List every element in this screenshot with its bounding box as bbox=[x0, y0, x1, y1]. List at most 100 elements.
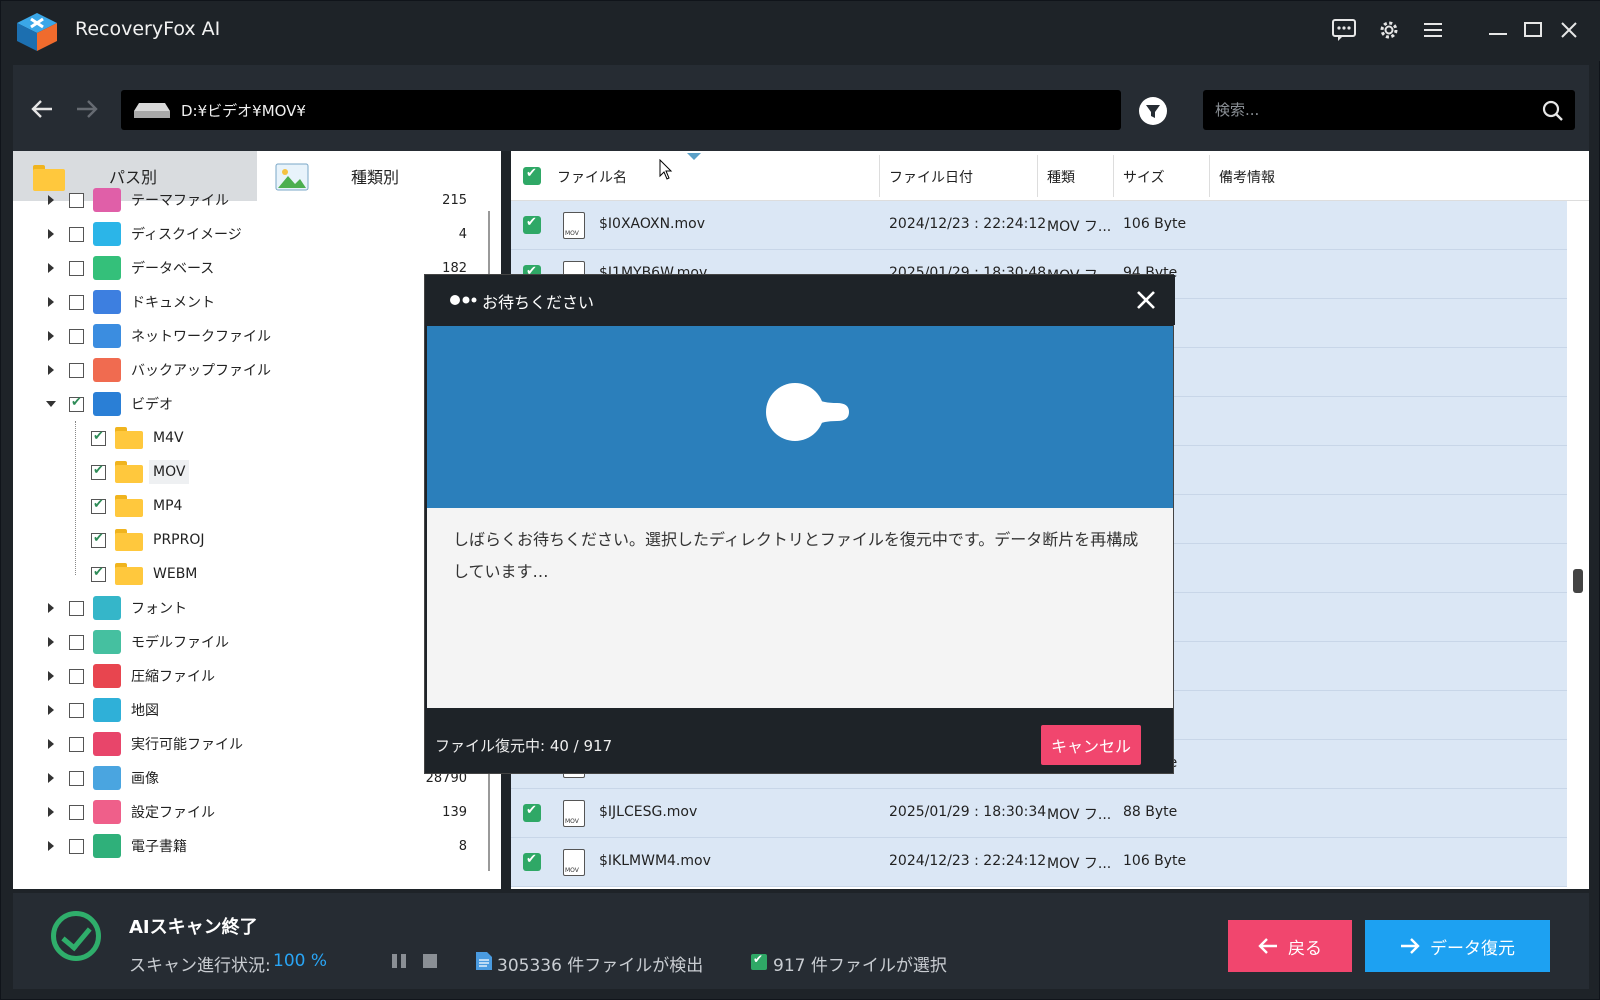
dialog-close-icon[interactable] bbox=[1133, 287, 1159, 313]
tree-checkbox[interactable] bbox=[91, 463, 106, 480]
model-icon bbox=[93, 630, 121, 654]
file-type: MOV フ... bbox=[1047, 856, 1112, 872]
recovery-progress-text: ファイル復元中: 40 / 917 bbox=[435, 737, 613, 755]
tree-checkbox[interactable] bbox=[69, 668, 84, 684]
expand-arrow-icon[interactable] bbox=[45, 670, 57, 682]
expand-arrow-icon[interactable] bbox=[45, 602, 57, 614]
expand-arrow-icon[interactable] bbox=[45, 330, 57, 342]
header-notes[interactable]: 備考情報 bbox=[1219, 167, 1275, 187]
row-checkbox[interactable] bbox=[523, 803, 541, 822]
executable-icon bbox=[93, 732, 121, 756]
tree-item-archive[interactable]: 圧縮ファイル bbox=[13, 659, 493, 693]
tree-checkbox[interactable] bbox=[69, 634, 84, 650]
tree-item-image[interactable]: 画像 28790 bbox=[13, 761, 493, 795]
tree-checkbox[interactable] bbox=[69, 736, 84, 752]
tree-checkbox[interactable] bbox=[69, 192, 84, 208]
tree-item-database[interactable]: データベース 182 bbox=[13, 251, 493, 285]
tree-item-mp4[interactable]: MP4 bbox=[13, 489, 493, 523]
tree-item-executable[interactable]: 実行可能ファイル bbox=[13, 727, 493, 761]
tree-checkbox[interactable] bbox=[69, 395, 84, 412]
backup-icon bbox=[93, 358, 121, 382]
dialog-header: お待ちください bbox=[425, 275, 1175, 325]
filter-icon[interactable] bbox=[1137, 95, 1169, 127]
minimize-icon[interactable] bbox=[1481, 13, 1515, 47]
tree-checkbox[interactable] bbox=[69, 838, 84, 854]
expand-arrow-icon[interactable] bbox=[45, 704, 57, 716]
feedback-icon[interactable] bbox=[1327, 13, 1361, 47]
recover-button[interactable]: データ復元 bbox=[1365, 920, 1550, 972]
app-window: RecoveryFox AI D:¥ビデオ¥MOV¥ 検索... パス別 種類別… bbox=[0, 0, 1600, 1000]
expand-arrow-icon[interactable] bbox=[45, 296, 57, 308]
file-icon bbox=[476, 952, 492, 970]
tree-checkbox[interactable] bbox=[91, 565, 106, 582]
expand-arrow-icon[interactable] bbox=[45, 364, 57, 376]
expand-arrow-icon[interactable] bbox=[45, 840, 57, 852]
select-all-checkbox[interactable]: ✔ bbox=[523, 166, 541, 185]
tree-checkbox[interactable] bbox=[69, 804, 84, 820]
table-row[interactable]: MOV $I0XAOXN.mov 2024/12/23 : 22:24:12MOV … bbox=[511, 201, 1567, 250]
tree-item-backup[interactable]: バックアップファイル bbox=[13, 353, 493, 387]
tree-item-ebook[interactable]: 電子書籍 8 bbox=[13, 829, 493, 863]
tree-item-network[interactable]: ネットワークファイル bbox=[13, 319, 493, 353]
expand-arrow-icon[interactable] bbox=[45, 228, 57, 240]
row-checkbox[interactable] bbox=[523, 852, 541, 871]
folder-icon bbox=[115, 427, 143, 449]
menu-icon[interactable] bbox=[1416, 13, 1450, 47]
path-bar[interactable]: D:¥ビデオ¥MOV¥ bbox=[121, 90, 1121, 130]
pause-icon[interactable] bbox=[391, 954, 407, 968]
forward-arrow-icon[interactable] bbox=[70, 92, 104, 126]
drive-icon bbox=[134, 103, 170, 118]
search-icon[interactable] bbox=[1541, 99, 1565, 123]
close-icon[interactable] bbox=[1552, 13, 1586, 47]
tree-checkbox[interactable] bbox=[91, 497, 106, 514]
mouse-cursor-icon bbox=[659, 159, 673, 180]
gear-icon[interactable] bbox=[1372, 13, 1406, 47]
expand-arrow-icon[interactable] bbox=[45, 194, 57, 206]
back-button[interactable]: 戻る bbox=[1228, 920, 1352, 972]
expand-arrow-icon[interactable] bbox=[45, 806, 57, 818]
tree-item-font[interactable]: フォント bbox=[13, 591, 493, 625]
cancel-button[interactable]: キャンセル bbox=[1041, 725, 1141, 765]
file-list-scrollbar-thumb[interactable] bbox=[1573, 569, 1583, 593]
tree-item-map[interactable]: 地図 bbox=[13, 693, 493, 727]
tree-item-m4v[interactable]: M4V bbox=[13, 421, 493, 455]
tree-item-document[interactable]: ドキュメント bbox=[13, 285, 493, 319]
header-type[interactable]: 種類 bbox=[1047, 167, 1075, 187]
tree-item-webm[interactable]: WEBM bbox=[13, 557, 493, 591]
tree-checkbox[interactable] bbox=[69, 226, 84, 242]
expand-arrow-icon[interactable] bbox=[45, 262, 57, 274]
tree-checkbox[interactable] bbox=[69, 770, 84, 786]
file-date: 2024/12/23 : 22:24:12 bbox=[889, 216, 1047, 232]
header-filename[interactable]: ファイル名 bbox=[557, 167, 627, 187]
tree-checkbox[interactable] bbox=[69, 362, 84, 378]
table-row[interactable]: MOV $IKLMWM4.mov 2024/12/23 : 22:24:12MOV … bbox=[511, 838, 1567, 887]
tree-item-theme[interactable]: テーマファイル 215 bbox=[13, 183, 493, 217]
collapse-arrow-icon[interactable] bbox=[45, 398, 57, 410]
expand-arrow-icon[interactable] bbox=[45, 738, 57, 750]
header-date[interactable]: ファイル日付 bbox=[889, 167, 973, 187]
maximize-icon[interactable] bbox=[1516, 13, 1550, 47]
stop-icon[interactable] bbox=[423, 954, 437, 968]
table-row[interactable]: MOV $IJLCESG.mov 2025/01/29 : 18:30:34MOV … bbox=[511, 789, 1567, 838]
header-size[interactable]: サイズ bbox=[1123, 167, 1165, 187]
tree-checkbox[interactable] bbox=[69, 702, 84, 718]
search-input[interactable] bbox=[1215, 90, 1515, 130]
row-checkbox[interactable] bbox=[523, 215, 541, 234]
tree-item-disk-image[interactable]: ディスクイメージ 4 bbox=[13, 217, 493, 251]
tree-item-mov[interactable]: MOV bbox=[13, 455, 493, 489]
tree-checkbox[interactable] bbox=[69, 260, 84, 276]
tree-item-model[interactable]: モデルファイル bbox=[13, 625, 493, 659]
tree-checkbox[interactable] bbox=[69, 294, 84, 310]
back-arrow-icon[interactable] bbox=[25, 92, 59, 126]
tree-item-prproj[interactable]: PRPROJ bbox=[13, 523, 493, 557]
tree-checkbox[interactable] bbox=[69, 600, 84, 616]
tree-checkbox[interactable] bbox=[69, 328, 84, 344]
tree-item-video[interactable]: ビデオ bbox=[13, 387, 493, 421]
expand-arrow-icon[interactable] bbox=[45, 772, 57, 784]
tree-checkbox[interactable] bbox=[91, 429, 106, 446]
title-bar: RecoveryFox AI bbox=[1, 1, 1600, 61]
tree-item-config[interactable]: 設定ファイル 139 bbox=[13, 795, 493, 829]
tree-checkbox[interactable] bbox=[91, 531, 106, 548]
file-type: MOV フ... bbox=[1047, 807, 1112, 823]
expand-arrow-icon[interactable] bbox=[45, 636, 57, 648]
